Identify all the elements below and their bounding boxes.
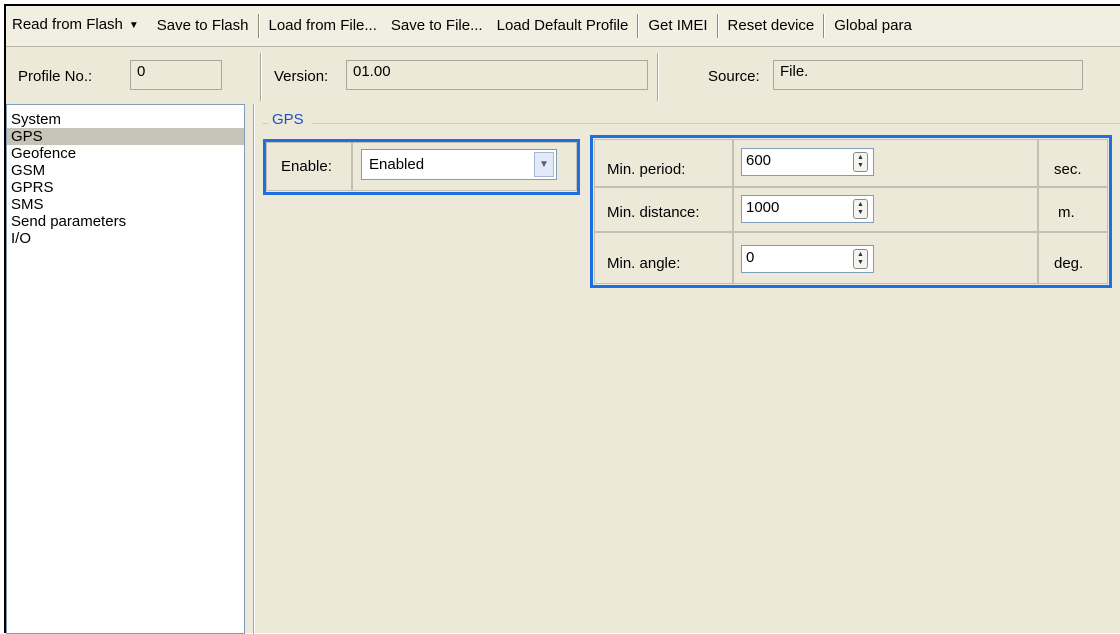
info-separator — [260, 53, 262, 101]
profile-number-label: Profile No.: — [18, 68, 93, 85]
group-border — [312, 123, 1120, 124]
min-params-highlight — [590, 135, 1112, 288]
toolbar-separator — [257, 14, 260, 38]
toolbar: Read from Flash ▼ Save to Flash Load from… — [6, 6, 1120, 47]
sidebar-item-geofence[interactable]: Geofence — [7, 145, 244, 162]
section-list: System GPS Geofence GSM GPRS SMS Send pa… — [6, 104, 245, 634]
sidebar-item-send-parameters[interactable]: Send parameters — [7, 213, 244, 230]
sidebar-item-gsm[interactable]: GSM — [7, 162, 244, 179]
sidebar-item-system[interactable]: System — [7, 111, 244, 128]
gps-group-title: GPS — [268, 111, 308, 128]
info-separator — [657, 53, 659, 101]
toolbar-separator — [823, 14, 826, 38]
sidebar-item-gps[interactable]: GPS — [7, 128, 244, 145]
get-imei-button[interactable]: Get IMEI — [641, 6, 714, 46]
source-field: File. — [773, 60, 1083, 90]
source-value: File. — [780, 63, 809, 80]
sidebar-item-io[interactable]: I/O — [7, 230, 244, 247]
profile-number-field: 0 — [130, 60, 222, 90]
load-from-file-button[interactable]: Load from File... — [262, 6, 384, 46]
save-to-flash-button[interactable]: Save to Flash — [150, 6, 256, 46]
save-to-file-button[interactable]: Save to File... — [384, 6, 490, 46]
version-label: Version: — [274, 68, 329, 85]
version-field: 01.00 — [346, 60, 648, 90]
source-label: Source: — [708, 68, 760, 85]
profile-info-bar: Profile No.: 0 Version: 01.00 Source: Fi… — [6, 47, 1120, 105]
sidebar-item-gprs[interactable]: GPRS — [7, 179, 244, 196]
toolbar-separator — [637, 14, 640, 38]
version-value: 01.00 — [353, 63, 391, 80]
sidebar-item-sms[interactable]: SMS — [7, 196, 244, 213]
load-default-profile-button[interactable]: Load Default Profile — [490, 6, 636, 46]
reset-device-button[interactable]: Reset device — [721, 6, 822, 46]
profile-number-value: 0 — [137, 63, 146, 80]
panel-splitter[interactable] — [253, 104, 255, 634]
enable-highlight — [263, 139, 580, 195]
read-from-flash-button[interactable]: Read from Flash ▼ — [6, 6, 150, 47]
dropdown-arrow-icon[interactable]: ▼ — [129, 20, 139, 31]
toolbar-separator — [716, 14, 719, 38]
global-parameters-button[interactable]: Global para — [827, 6, 919, 46]
